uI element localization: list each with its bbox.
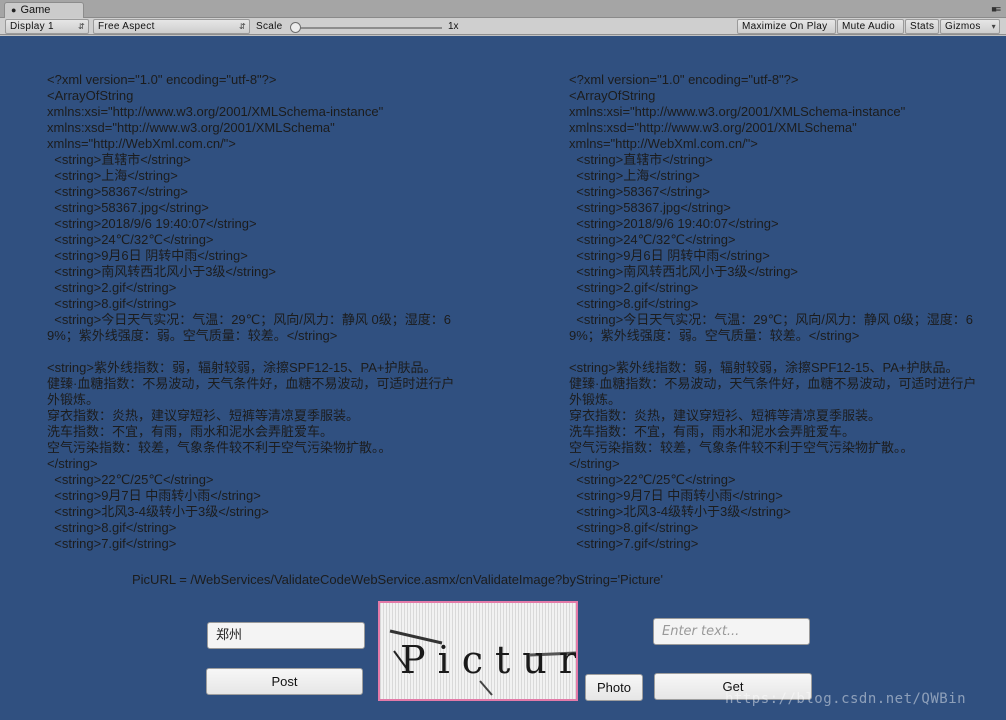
photo-button[interactable]: Photo: [585, 674, 643, 701]
mute-audio-label: Mute Audio: [842, 21, 896, 32]
game-view: <?xml version="1.0" encoding="utf-8"?> <…: [0, 36, 1006, 720]
scale-label: Scale: [256, 21, 283, 32]
aspect-dropdown-label: Free Aspect: [98, 21, 155, 32]
tab-game[interactable]: ● Game: [4, 2, 84, 18]
mute-audio-toggle[interactable]: Mute Audio: [837, 19, 904, 34]
scale-slider-track[interactable]: [292, 27, 442, 29]
gizmos-dropdown[interactable]: Gizmos ▾: [940, 19, 1000, 34]
picurl-label: PicURL = /WebServices/ValidateCodeWebSer…: [132, 572, 663, 587]
pacman-icon: ●: [11, 5, 17, 15]
scale-slider-thumb[interactable]: [290, 22, 301, 33]
stats-toggle[interactable]: Stats: [905, 19, 939, 34]
city-input[interactable]: 郑州: [207, 622, 365, 649]
display-dropdown[interactable]: Display 1 ⇵: [5, 19, 89, 34]
watermark-text: https://blog.csdn.net/QWBin: [725, 691, 967, 707]
xml-response-right: <?xml version="1.0" encoding="utf-8"?> <…: [569, 72, 977, 551]
chevron-down-icon: ▾: [991, 22, 996, 31]
display-dropdown-label: Display 1: [10, 21, 54, 32]
dropdown-arrows-icon: ⇵: [238, 22, 246, 31]
xml-response-left: <?xml version="1.0" encoding="utf-8"?> <…: [47, 72, 455, 551]
stats-label: Stats: [910, 21, 935, 32]
captcha-text: Picture: [400, 638, 576, 682]
game-toolbar: Display 1 ⇵ Free Aspect ⇵ Scale 1x Maxim…: [0, 18, 1006, 35]
captcha-graphic: Picture: [380, 603, 576, 699]
tab-bar: ● Game ■≡: [0, 0, 1006, 18]
text-input[interactable]: Enter text...: [653, 618, 810, 645]
captcha-image: Picture: [378, 601, 578, 701]
post-button[interactable]: Post: [206, 668, 363, 695]
tab-game-label: Game: [20, 4, 51, 16]
gizmos-label: Gizmos: [945, 21, 981, 32]
maximize-on-play-label: Maximize On Play: [742, 21, 828, 32]
menu-icon[interactable]: ■≡: [991, 4, 1001, 14]
maximize-on-play-toggle[interactable]: Maximize On Play: [737, 19, 836, 34]
aspect-dropdown[interactable]: Free Aspect ⇵: [93, 19, 250, 34]
scale-value: 1x: [448, 21, 459, 32]
dropdown-arrows-icon: ⇵: [77, 22, 85, 31]
